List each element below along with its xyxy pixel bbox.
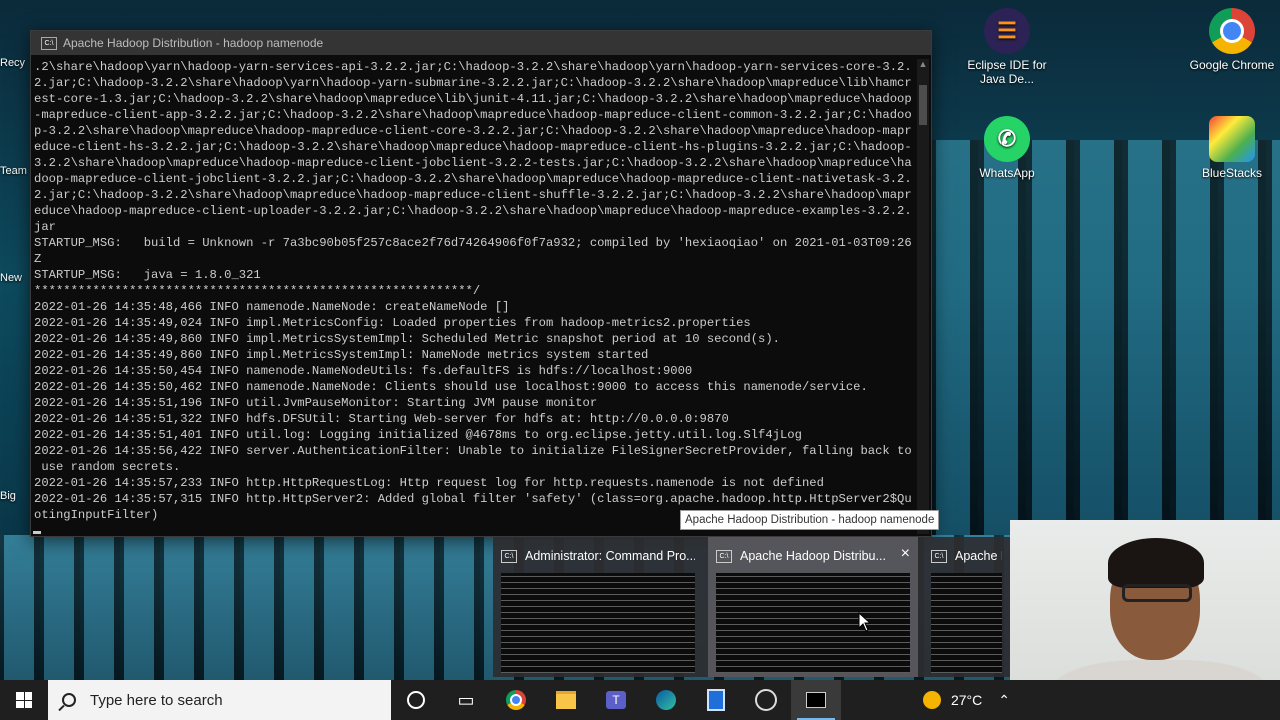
preview-title: Apache Ha [955, 549, 1002, 563]
search-placeholder: Type here to search [90, 691, 223, 709]
mouse-pointer-icon [858, 612, 872, 632]
preview-hadoop-namenode[interactable]: C:\ Apache Hadoop Distribu... × [708, 537, 918, 677]
terminal-line: 2022-01-26 14:35:50,462 INFO namenode.Na… [34, 380, 868, 394]
terminal-line: doop-mapreduce-client-jobclient-3.2.2.ja… [34, 172, 912, 186]
desktop-icon-label: Google Chrome [1189, 58, 1275, 72]
desktop-icon-teams[interactable]: Team [0, 165, 27, 177]
terminal-line: educe\hadoop-mapreduce-client-uploader-3… [34, 204, 912, 218]
terminal-line: educe-client-hs-3.2.2.jar;C:\hadoop-3.2.… [34, 140, 912, 154]
terminal-line: 2022-01-26 14:35:57,233 INFO http.HttpRe… [34, 476, 824, 490]
preview-admin-cmd[interactable]: C:\ Administrator: Command Pro... [493, 537, 703, 677]
edge-icon[interactable] [641, 680, 691, 720]
desktop-icon-whatsapp[interactable]: ✆ WhatsApp [962, 116, 1052, 180]
terminal-line: p-3.2.2\share\hadoop\mapreduce\hadoop-ma… [34, 124, 912, 138]
terminal-line: 2022-01-26 14:35:48,466 INFO namenode.Na… [34, 300, 510, 314]
preview-thumbnail [716, 573, 910, 673]
terminal-output[interactable]: .2\share\hadoop\yarn\hadoop-yarn-service… [31, 57, 913, 536]
chrome-icon [1209, 8, 1255, 54]
window-tooltip: Apache Hadoop Distribution - hadoop name… [680, 510, 940, 530]
file-explorer-icon[interactable] [541, 680, 591, 720]
desktop-icon-bluestacks[interactable]: BlueStacks [1187, 116, 1277, 180]
terminal-line: Z [34, 252, 42, 266]
cmd-titlebar[interactable]: C:\ Apache Hadoop Distribution - hadoop … [31, 31, 931, 55]
desktop-icon-recycle-bin[interactable]: Recy [0, 57, 25, 69]
preview-thumbnail [501, 573, 695, 673]
scrollbar[interactable]: ▲ [917, 59, 929, 534]
terminal-line: 2022-01-26 14:35:56,422 INFO server.Auth… [34, 444, 912, 458]
preview-title: Apache Hadoop Distribu... [740, 549, 886, 563]
search-icon [62, 693, 76, 707]
terminal-line: use random secrets. [34, 460, 181, 474]
weather-sun-icon[interactable] [922, 691, 941, 709]
taskbar-preview-strip: C:\ Administrator: Command Pro... C:\ Apac… [493, 537, 1010, 677]
cmd-taskbar-icon[interactable] [791, 680, 841, 720]
terminal-line: est-core-1.3.jar;C:\hadoop-3.2.2\share\h… [34, 92, 912, 106]
taskbar: Type here to search ▭ T 27°C ⌃ [0, 680, 1280, 720]
terminal-line: ****************************************… [34, 284, 481, 298]
task-view-icon[interactable]: ▭ [441, 680, 491, 720]
terminal-line: jar [34, 220, 56, 234]
presenter-glasses [1122, 584, 1192, 602]
preview-hadoop-other[interactable]: C:\ Apache Ha [923, 537, 1010, 677]
start-button[interactable] [0, 680, 48, 720]
cmd-window[interactable]: C:\ Apache Hadoop Distribution - hadoop … [30, 30, 932, 537]
vmware-icon[interactable] [741, 680, 791, 720]
scroll-up-icon[interactable]: ▲ [917, 59, 929, 71]
whatsapp-icon: ✆ [984, 116, 1030, 162]
scrollbar-thumb[interactable] [919, 85, 927, 125]
terminal-line: 2.jar;C:\hadoop-3.2.2\share\hadoop\mapre… [34, 188, 912, 202]
terminal-line: 2022-01-26 14:35:51,196 INFO util.JvmPau… [34, 396, 598, 410]
terminal-line: 2.jar;C:\hadoop-3.2.2\share\hadoop\yarn\… [34, 76, 912, 90]
teams-icon[interactable]: T [591, 680, 641, 720]
terminal-line: .2\share\hadoop\yarn\hadoop-yarn-service… [34, 60, 912, 74]
terminal-line: 2022-01-26 14:35:57,315 INFO http.HttpSe… [34, 492, 912, 506]
bluestacks-icon [1209, 116, 1255, 162]
terminal-line: 2022-01-26 14:35:51,401 INFO util.log: L… [34, 428, 802, 442]
terminal-line: 3.2.2\share\hadoop\mapreduce\hadoop-mapr… [34, 156, 912, 170]
system-tray: 27°C ⌃ [922, 691, 1280, 709]
preview-title: Administrator: Command Pro... [525, 549, 695, 563]
cmd-icon: C:\ [501, 549, 517, 563]
terminal-line: 2022-01-26 14:35:50,454 INFO namenode.Na… [34, 364, 693, 378]
desktop-icon-new[interactable]: New [0, 272, 22, 284]
desktop-icon-label: WhatsApp [979, 166, 1035, 180]
desktop-icon-label: Eclipse IDE for Java De... [967, 58, 1047, 86]
terminal-line: 2022-01-26 14:35:49,860 INFO impl.Metric… [34, 348, 649, 362]
cmd-icon: C:\ [716, 549, 732, 563]
desktop-icon-big[interactable]: Big [0, 490, 16, 502]
window-title: Apache Hadoop Distribution - hadoop name… [63, 36, 324, 50]
desktop-icon-eclipse[interactable]: ☰ Eclipse IDE for Java De... [962, 8, 1052, 86]
desktop-icon-label: BlueStacks [1201, 166, 1263, 180]
desktop-icon-chrome[interactable]: Google Chrome [1187, 8, 1277, 72]
desktop-wallpaper-racks [930, 140, 1280, 540]
windows-icon [16, 692, 32, 708]
terminal-line: 2022-01-26 14:35:49,860 INFO impl.Metric… [34, 332, 780, 346]
cmd-icon: C:\ [41, 36, 57, 50]
terminal-line: STARTUP_MSG: java = 1.8.0_321 [34, 268, 261, 282]
eclipse-icon: ☰ [984, 8, 1030, 54]
presenter-hair [1108, 538, 1204, 588]
chrome-taskbar-icon[interactable] [491, 680, 541, 720]
taskbar-search[interactable]: Type here to search [48, 680, 391, 720]
terminal-line: 2022-01-26 14:35:51,322 INFO hdfs.DFSUti… [34, 412, 729, 426]
cortana-icon[interactable] [391, 680, 441, 720]
terminal-line: STARTUP_MSG: build = Unknown -r 7a3bc90b… [34, 236, 912, 250]
weather-temperature[interactable]: 27°C [951, 692, 982, 708]
preview-thumbnail [931, 573, 1002, 673]
terminal-line: -mapreduce-client-app-3.2.2.jar;C:\hadoo… [34, 108, 912, 122]
terminal-cursor [33, 531, 41, 534]
cmd-icon: C:\ [931, 549, 947, 563]
document-icon[interactable] [691, 680, 741, 720]
close-icon[interactable]: × [901, 545, 910, 563]
terminal-line: 2022-01-26 14:35:49,024 INFO impl.Metric… [34, 316, 751, 330]
chevron-up-icon[interactable]: ⌃ [998, 692, 1010, 709]
